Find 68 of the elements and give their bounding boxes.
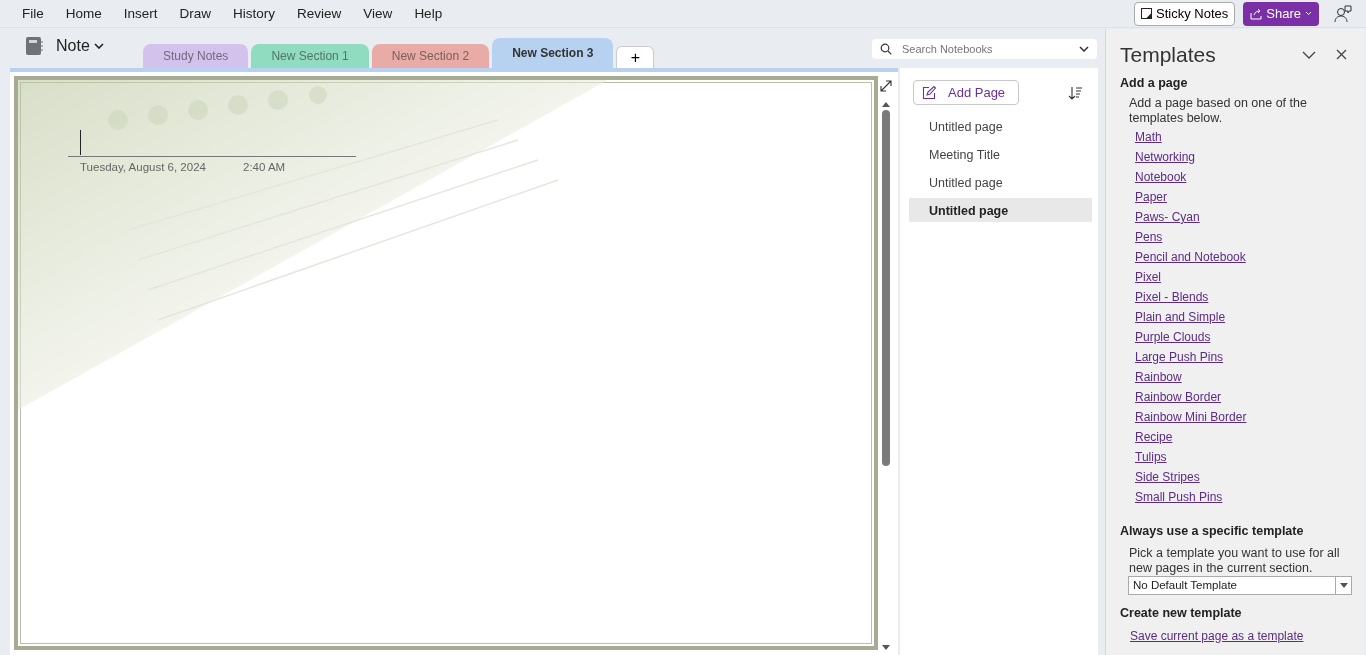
- sticky-notes-button[interactable]: Sticky Notes: [1134, 1, 1236, 26]
- template-link[interactable]: Paper: [1135, 187, 1168, 208]
- description-text: Add a page based on one of the templates below.: [1128, 95, 1308, 127]
- template-link[interactable]: Paws- Cyan: [1135, 207, 1200, 228]
- section-heading: Create new template: [1120, 605, 1243, 622]
- close-icon[interactable]: [1336, 49, 1347, 61]
- page-item[interactable]: Meeting Title: [909, 142, 1092, 166]
- menu-item[interactable]: Draw: [168, 0, 223, 28]
- page-item[interactable]: Untitled page: [909, 114, 1092, 138]
- scroll-down-icon[interactable]: [881, 644, 891, 652]
- save-template-link[interactable]: Save current page as a template: [1130, 625, 1304, 646]
- menu-item[interactable]: Home: [54, 0, 113, 28]
- scroll-up-icon[interactable]: [881, 100, 891, 108]
- template-link[interactable]: Rainbow Border: [1135, 387, 1222, 408]
- template-link[interactable]: Recipe: [1135, 427, 1173, 448]
- description-text: Pick a template you want to use for all new pages in the current section.: [1128, 545, 1341, 576]
- template-link[interactable]: Pens: [1135, 227, 1163, 248]
- template-link[interactable]: Purple Clouds: [1135, 327, 1211, 348]
- menu-item[interactable]: Help: [403, 0, 454, 28]
- menu-item[interactable]: File: [11, 0, 55, 28]
- page-date: Tuesday, August 6, 2024: [80, 160, 206, 175]
- search-bar[interactable]: Search Notebooks: [872, 39, 1097, 59]
- notebook-dropdown[interactable]: Note: [44, 32, 104, 60]
- text-cursor: [80, 130, 81, 155]
- template-link[interactable]: Rainbow Mini Border: [1135, 407, 1247, 428]
- menu-item[interactable]: Insert: [112, 0, 169, 28]
- page-time: 2:40 AM: [243, 160, 286, 175]
- page-item[interactable]: Untitled page: [909, 170, 1092, 194]
- pane-title: Templates: [1120, 42, 1216, 68]
- menu-item[interactable]: History: [222, 0, 287, 28]
- template-link[interactable]: Large Push Pins: [1135, 347, 1224, 368]
- sort-icon[interactable]: [1068, 85, 1082, 100]
- caret-icon: [1305, 11, 1312, 16]
- scrollbar-thumb[interactable]: [882, 110, 890, 466]
- template-link[interactable]: Tulips: [1135, 447, 1167, 468]
- share-button[interactable]: Share: [1243, 1, 1319, 26]
- page-title-field[interactable]: [68, 130, 356, 157]
- template-link[interactable]: Side Stripes: [1135, 467, 1200, 488]
- notebook-icon[interactable]: [24, 36, 44, 56]
- person-feedback-icon[interactable]: [1334, 4, 1352, 23]
- caret-icon: [1339, 583, 1348, 588]
- template-link[interactable]: Rainbow: [1135, 367, 1182, 388]
- template-link[interactable]: Pencil and Notebook: [1135, 247, 1246, 268]
- menu-item[interactable]: Review: [286, 0, 353, 28]
- template-link[interactable]: Small Push Pins: [1135, 487, 1223, 508]
- section-tab[interactable]: New Section 3: [492, 38, 614, 68]
- chevron-down-icon: [93, 43, 104, 49]
- section-heading: Add a page: [1120, 74, 1189, 92]
- template-link[interactable]: Notebook: [1135, 167, 1187, 188]
- sticky-note-icon: [1141, 8, 1153, 19]
- page-item[interactable]: Untitled page: [909, 198, 1092, 222]
- section-heading: Always use a specific template: [1120, 523, 1305, 541]
- chevron-down-icon[interactable]: [1302, 50, 1316, 59]
- share-icon: [1250, 7, 1263, 20]
- search-field[interactable]: Search Notebooks: [900, 39, 1070, 59]
- search-icon: [880, 43, 892, 55]
- template-link[interactable]: Plain and Simple: [1135, 307, 1226, 328]
- menu-item[interactable]: View: [352, 0, 404, 28]
- template-link[interactable]: Pixel - Blends: [1135, 287, 1209, 308]
- edit-page-icon: [922, 85, 936, 100]
- add-section-button[interactable]: +: [616, 46, 655, 68]
- template-link[interactable]: Networking: [1135, 147, 1196, 168]
- template-link[interactable]: Math: [1135, 127, 1162, 148]
- add-page-button[interactable]: Add Page: [913, 80, 1019, 105]
- template-link[interactable]: Pixel: [1135, 267, 1161, 288]
- expand-icon[interactable]: [880, 80, 892, 92]
- template-dropdown[interactable]: No Default Template: [1128, 576, 1352, 595]
- chevron-down-icon[interactable]: [1079, 46, 1089, 52]
